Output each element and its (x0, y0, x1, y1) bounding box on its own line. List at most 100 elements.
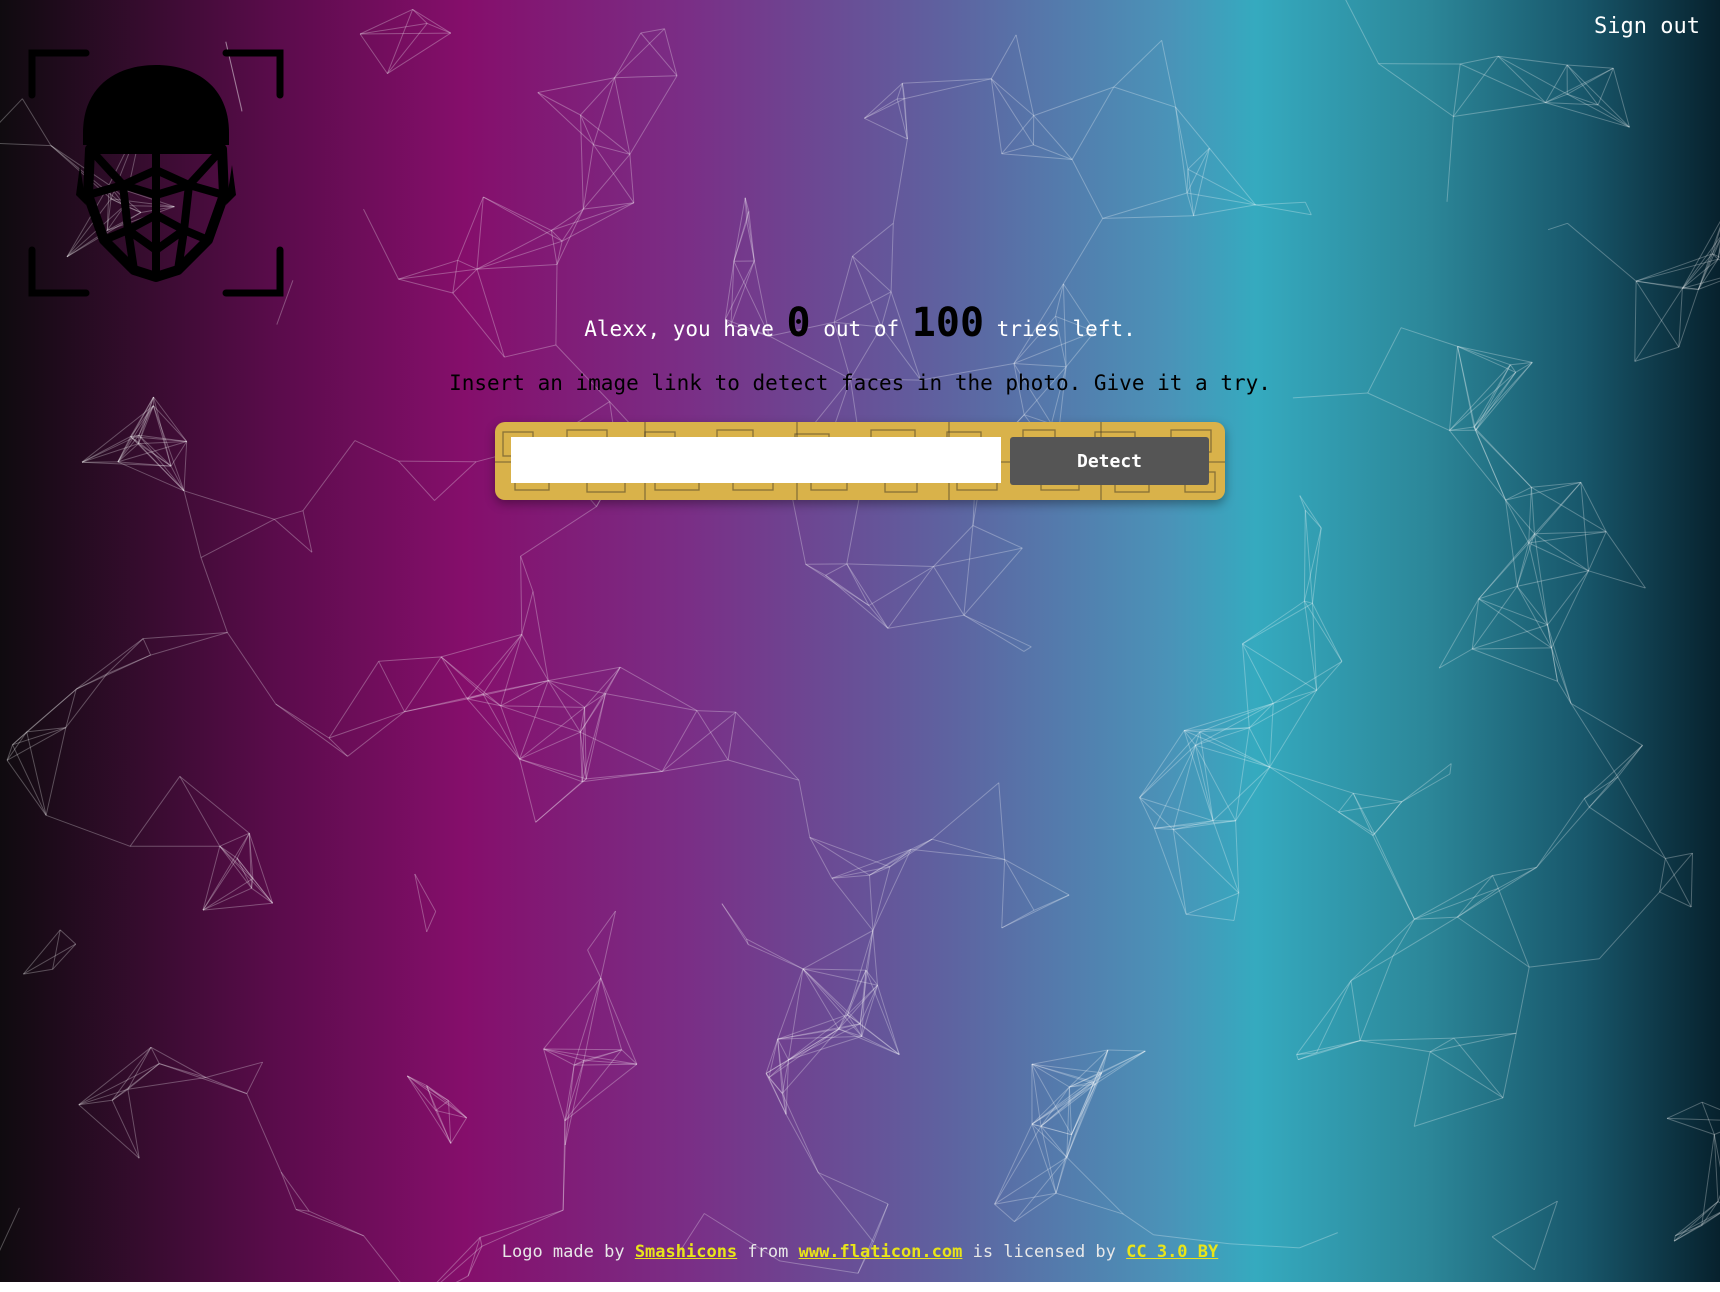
particle-link (179, 776, 221, 847)
particle-link (868, 566, 934, 606)
particle-link (805, 563, 870, 606)
license-link[interactable]: CC 3.0 BY (1126, 1242, 1218, 1262)
particle-link (360, 32, 451, 35)
particle-link (448, 1100, 452, 1144)
particle-link (1316, 980, 1352, 1054)
particle-link (45, 814, 131, 847)
particle-link (387, 23, 428, 74)
particle-link (6, 760, 47, 816)
particle-link (825, 563, 848, 576)
particle-link (1269, 703, 1274, 768)
particle-link (1374, 833, 1415, 920)
particle-link (887, 566, 934, 629)
particle-link (1255, 204, 1312, 216)
particle-link (205, 1061, 263, 1078)
particle-link (1497, 888, 1530, 968)
particle-link (587, 949, 602, 979)
particle-link (183, 490, 202, 558)
particle-link (1502, 1033, 1517, 1098)
particle-link (1659, 852, 1693, 893)
particle-link (65, 689, 77, 728)
particle-link (543, 977, 602, 1050)
particle-link (183, 490, 275, 520)
particle-link (573, 977, 602, 1066)
particle-link (1296, 1040, 1361, 1056)
particle-link (818, 1172, 889, 1205)
particle-link (869, 875, 874, 931)
particle-link (1453, 1037, 1504, 1099)
particle-link (1401, 763, 1452, 803)
particle-link (1209, 147, 1256, 206)
logo[interactable] (28, 45, 284, 301)
particle-link (852, 222, 894, 257)
particle-link (910, 838, 933, 850)
particle-link (864, 82, 903, 119)
particle-link (1714, 1131, 1720, 1135)
particle-link (1312, 527, 1322, 604)
image-link-form: Detect (495, 422, 1225, 500)
particle-link (846, 563, 870, 606)
particle-link (1001, 859, 1006, 928)
particle-link (1666, 1117, 1715, 1135)
particle-link (1675, 1211, 1720, 1237)
image-url-input[interactable] (511, 437, 1001, 483)
particle-link (1113, 40, 1163, 88)
particle-link (933, 525, 974, 567)
particle-link (1583, 744, 1643, 799)
particle-link (295, 1209, 364, 1237)
particle-link (846, 563, 889, 629)
particle-link (500, 680, 549, 707)
particle-link (452, 268, 478, 294)
particle-link (142, 638, 152, 656)
particle-link (1303, 527, 1322, 602)
particle-link (877, 985, 900, 1055)
particle-link (404, 656, 442, 712)
particle-link (359, 33, 388, 74)
particle-link (170, 465, 185, 492)
particle-link (1273, 660, 1343, 704)
particle-link (1701, 1134, 1715, 1226)
particle-link (1547, 222, 1568, 231)
particle-link (727, 712, 737, 761)
particle-link (106, 654, 151, 675)
particle-link (1453, 102, 1546, 117)
particle-link (535, 781, 583, 823)
particle-link (1350, 918, 1415, 982)
particle-link (788, 1023, 861, 1061)
particle-link (78, 1063, 160, 1106)
particle-link (1449, 763, 1452, 775)
particle-link (1296, 980, 1352, 1055)
particle-link (1673, 1201, 1719, 1242)
particle-link (1617, 776, 1666, 859)
particle-link (1040, 1086, 1070, 1127)
particle-link (1172, 829, 1187, 915)
detect-button[interactable]: Detect (1010, 437, 1209, 485)
particle-link (483, 196, 563, 242)
particle-link (1457, 345, 1533, 363)
particle-link (1701, 1102, 1715, 1135)
particle-link (0, 98, 23, 124)
particle-link (81, 443, 139, 463)
particle-link (788, 968, 804, 1060)
particle-link (1242, 643, 1274, 704)
particle-link (600, 977, 638, 1065)
sign-out-link[interactable]: Sign out (1588, 12, 1706, 41)
particle-link (143, 632, 228, 640)
particle-link (1199, 731, 1214, 821)
particle-link (226, 632, 277, 705)
rank-middle: out of (810, 317, 912, 341)
particle-link (1701, 1101, 1720, 1111)
particle-link (1457, 916, 1530, 968)
particle-link (1338, 792, 1354, 813)
particle-link (1296, 1054, 1299, 1060)
particle-link (59, 929, 77, 945)
particle-link (1566, 64, 1599, 106)
particle-link (1372, 833, 1375, 836)
flaticon-link[interactable]: www.flaticon.com (799, 1242, 963, 1262)
particle-link (564, 1060, 585, 1121)
particle-link (892, 138, 908, 224)
particle-link (1472, 648, 1558, 682)
particle-link (564, 1063, 638, 1122)
smashicons-link[interactable]: Smashicons (635, 1242, 737, 1262)
particle-link (1235, 727, 1250, 821)
